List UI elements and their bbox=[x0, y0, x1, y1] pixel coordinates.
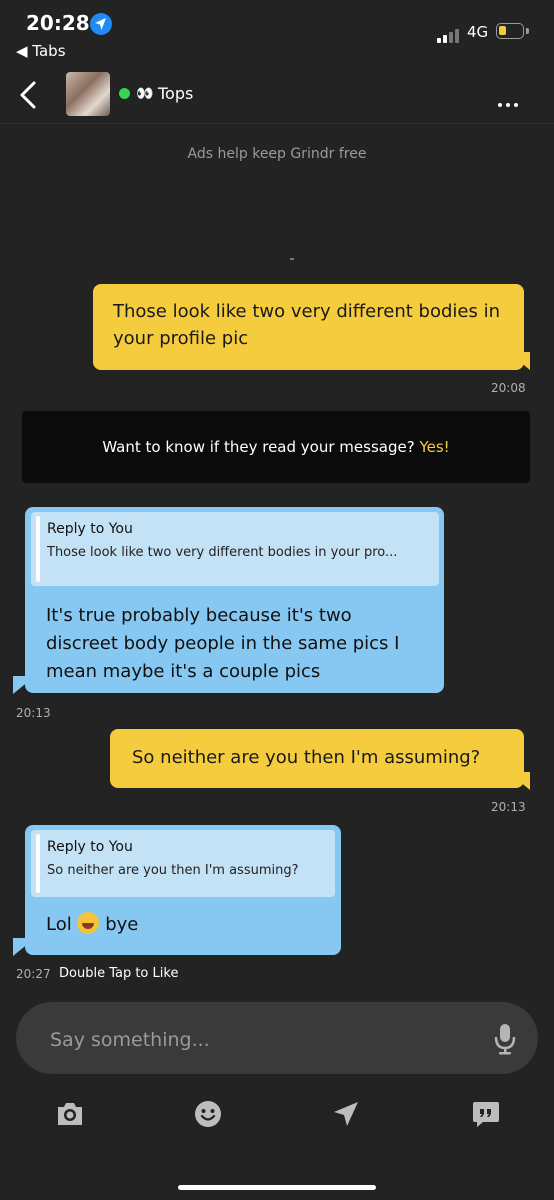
read-receipt-question: Want to know if they read your message? bbox=[102, 438, 415, 456]
message-input[interactable] bbox=[48, 1024, 472, 1056]
message-text: So neither are you then I'm assuming? bbox=[132, 747, 481, 768]
reply-quote-box[interactable]: Reply to You So neither are you then I'm… bbox=[31, 830, 335, 897]
back-button[interactable] bbox=[18, 80, 38, 114]
network-type: 4G bbox=[467, 23, 489, 41]
message-timestamp: 20:27 bbox=[16, 967, 51, 981]
header-divider bbox=[0, 123, 554, 124]
microphone-icon[interactable] bbox=[494, 1022, 516, 1060]
eyes-emoji: 👀 bbox=[136, 86, 154, 102]
status-time: 20:28 bbox=[26, 11, 90, 35]
outgoing-message[interactable]: So neither are you then I'm assuming? bbox=[110, 729, 524, 788]
laughing-emoji-icon bbox=[77, 912, 100, 934]
message-timestamp: 20:08 bbox=[491, 381, 526, 395]
reply-quote-box[interactable]: Reply to You Those look like two very di… bbox=[31, 512, 439, 586]
send-location-icon[interactable] bbox=[332, 1100, 360, 1132]
home-indicator[interactable] bbox=[178, 1185, 376, 1190]
location-arrow-icon bbox=[90, 13, 112, 35]
emoji-icon[interactable] bbox=[194, 1100, 222, 1132]
message-text-before: Lol bbox=[46, 914, 72, 935]
double-tap-hint: Double Tap to Like bbox=[59, 966, 179, 981]
saved-phrases-icon[interactable] bbox=[471, 1100, 501, 1132]
profile-avatar[interactable] bbox=[66, 72, 110, 116]
more-options-icon[interactable] bbox=[498, 92, 522, 111]
reply-quote-text: Those look like two very different bodie… bbox=[47, 545, 398, 560]
read-receipt-yes-link[interactable]: Yes! bbox=[419, 438, 449, 456]
ad-placeholder-mark bbox=[290, 258, 294, 260]
read-receipt-text[interactable]: Want to know if they read your message? … bbox=[22, 438, 530, 456]
camera-icon[interactable] bbox=[55, 1100, 85, 1132]
incoming-message[interactable]: Reply to You So neither are you then I'm… bbox=[25, 825, 341, 955]
back-to-app-link[interactable]: ◀ Tabs bbox=[16, 42, 66, 60]
bubble-tail bbox=[13, 938, 35, 956]
bubble-tail bbox=[508, 352, 530, 370]
message-timestamp: 20:13 bbox=[16, 706, 51, 720]
battery-icon bbox=[496, 23, 524, 39]
reply-quote-text: So neither are you then I'm assuming? bbox=[47, 863, 299, 878]
online-status-dot bbox=[119, 88, 130, 99]
reply-title: Reply to You bbox=[47, 521, 133, 537]
incoming-message[interactable]: Reply to You Those look like two very di… bbox=[25, 507, 444, 693]
message-text: Lol bye bbox=[46, 911, 138, 938]
battery-tip bbox=[526, 28, 529, 34]
outgoing-message[interactable]: Those look like two very different bodie… bbox=[93, 284, 524, 370]
contact-name[interactable]: Tops bbox=[158, 84, 193, 103]
message-text: Those look like two very different bodie… bbox=[113, 301, 500, 349]
reply-title: Reply to You bbox=[47, 839, 133, 855]
signal-strength-icon bbox=[437, 24, 461, 43]
bubble-tail bbox=[13, 676, 35, 694]
ads-notice: Ads help keep Grindr free bbox=[187, 146, 367, 162]
message-timestamp: 20:13 bbox=[491, 800, 526, 814]
bubble-tail bbox=[508, 772, 530, 790]
message-text-after: bye bbox=[105, 914, 139, 935]
message-text: It's true probably because it's two disc… bbox=[46, 605, 400, 682]
